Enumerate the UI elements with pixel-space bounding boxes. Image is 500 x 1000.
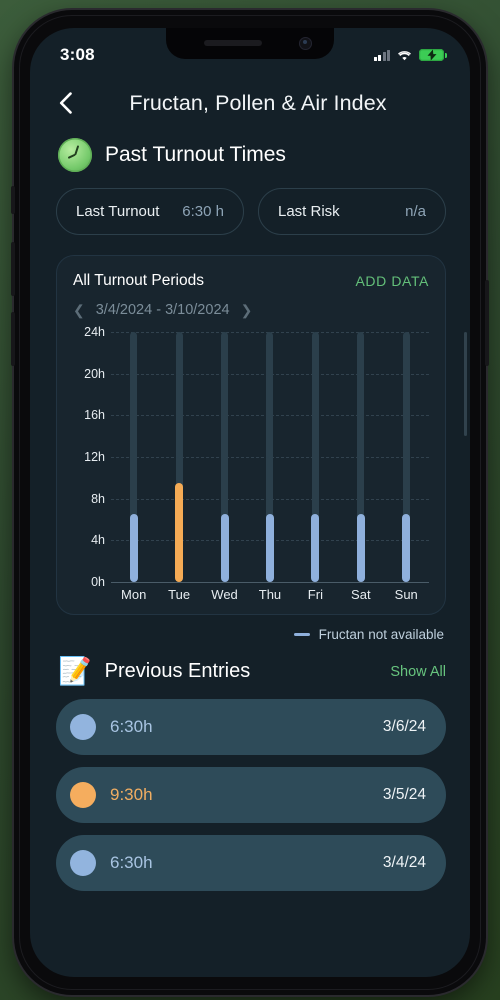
- date-range-navigator: ❮ 3/4/2024 - 3/10/2024 ❯: [73, 302, 429, 318]
- volume-up-button[interactable]: [11, 242, 15, 296]
- y-axis-tick: 0h: [91, 575, 105, 589]
- x-axis-label: Tue: [168, 586, 191, 602]
- y-axis-tick: 4h: [91, 533, 105, 548]
- bar-column[interactable]: [298, 332, 332, 582]
- entry-row[interactable]: 6:30h 3/6/24: [56, 699, 446, 755]
- page-title: Fructan, Pollen & Air Index: [129, 90, 387, 115]
- bar-column[interactable]: [208, 332, 242, 582]
- entry-duration: 6:30h: [110, 853, 153, 872]
- scroll-content[interactable]: Fructan, Pollen & Air Index Past Turnout…: [30, 74, 470, 977]
- chart-legend: Fructan not available: [30, 615, 470, 642]
- entry-status-dot: [70, 714, 96, 740]
- y-axis-tick: 20h: [84, 366, 105, 381]
- chart-bars: [111, 332, 429, 582]
- chart-y-axis: 0h 4h 8h 12h 16h 20h 24h: [73, 325, 109, 589]
- bar-value[interactable]: [356, 514, 365, 582]
- turnout-bar-chart: 0h 4h 8h 12h 16h 20h 24h Mon Tue Wed Thu Fri Sat Sun: [73, 325, 429, 604]
- status-bar-indicators: [373, 48, 447, 62]
- y-axis-tick: 24h: [84, 325, 105, 339]
- bar-value[interactable]: [220, 514, 229, 582]
- bar-column[interactable]: [117, 332, 151, 582]
- section-header-previous-entries: 📝 Previous Entries Show All: [30, 642, 470, 685]
- cellular-bars-icon: [373, 49, 390, 61]
- previous-week-button[interactable]: ❮: [73, 303, 85, 317]
- phone-screen: 3:08 Fructan, Pollen & Air Index Past Tu…: [30, 28, 470, 977]
- pill-label: Last Risk: [278, 203, 340, 220]
- notch: [166, 28, 334, 59]
- x-axis-label: Sat: [351, 586, 371, 602]
- bar-column[interactable]: [344, 332, 378, 582]
- add-data-button[interactable]: ADD DATA: [355, 273, 429, 289]
- summary-pills: Last Turnout 6:30 h Last Risk n/a: [30, 172, 470, 235]
- pill-last-turnout[interactable]: Last Turnout 6:30 h: [56, 188, 244, 235]
- next-week-button[interactable]: ❯: [241, 303, 253, 317]
- pill-value: 6:30 h: [182, 203, 224, 220]
- earpiece-speaker-icon: [204, 40, 262, 46]
- turnout-chart-card: All Turnout Periods ADD DATA ❮ 3/4/2024 …: [56, 255, 446, 615]
- bar-value[interactable]: [129, 514, 138, 582]
- battery-charging-icon: [419, 48, 447, 62]
- x-axis-label: Mon: [121, 586, 147, 602]
- y-axis-tick: 12h: [84, 450, 105, 464]
- entry-duration: 6:30h: [110, 717, 153, 736]
- chart-x-axis: Mon Tue Wed Thu Fri Sat Sun: [111, 584, 429, 604]
- entry-status-dot: [70, 850, 96, 876]
- legend-label: Fructan not available: [318, 627, 444, 642]
- entry-date: 3/4/24: [382, 854, 426, 871]
- wifi-icon: [397, 50, 412, 61]
- y-axis-tick: 8h: [91, 491, 105, 506]
- pill-value: n/a: [405, 203, 426, 220]
- front-camera-icon: [299, 37, 312, 50]
- back-button[interactable]: [52, 88, 78, 118]
- navigation-bar: Fructan, Pollen & Air Index: [30, 74, 470, 124]
- pill-label: Last Turnout: [76, 203, 160, 220]
- show-all-button[interactable]: Show All: [390, 664, 446, 680]
- vertical-scrollbar[interactable]: [464, 332, 467, 436]
- alarm-clock-icon: [58, 138, 92, 172]
- x-axis-label: Sun: [394, 586, 418, 602]
- date-range-label: 3/4/2024 - 3/10/2024: [95, 302, 230, 318]
- previous-entries-title: Previous Entries: [104, 660, 251, 682]
- bar-column[interactable]: [253, 332, 287, 582]
- previous-entries-list: 6:30h 3/6/24 9:30h 3/5/24 6:30h 3/4/24: [30, 685, 470, 891]
- chevron-left-icon: [59, 92, 72, 114]
- bar-value[interactable]: [175, 483, 184, 582]
- section-header-past-turnout: Past Turnout Times: [30, 124, 470, 172]
- x-axis-label: Fri: [307, 586, 323, 602]
- volume-down-button[interactable]: [11, 312, 15, 366]
- notebook-pencil-icon: 📝: [58, 656, 92, 686]
- bar-column[interactable]: [162, 332, 196, 582]
- phone-frame: 3:08 Fructan, Pollen & Air Index Past Tu…: [11, 10, 489, 995]
- bar-column[interactable]: [389, 332, 423, 582]
- entry-date: 3/6/24: [382, 718, 426, 735]
- bar-value[interactable]: [402, 514, 411, 582]
- pill-last-risk[interactable]: Last Risk n/a: [258, 188, 446, 235]
- entry-duration: 9:30h: [110, 785, 153, 804]
- section-title: Past Turnout Times: [105, 143, 286, 166]
- entry-row[interactable]: 9:30h 3/5/24: [56, 767, 446, 823]
- chart-title: All Turnout Periods: [73, 272, 204, 289]
- x-axis-label: Wed: [211, 586, 238, 602]
- y-axis-tick: 16h: [84, 408, 105, 423]
- legend-dash-icon: [293, 633, 310, 636]
- mute-switch[interactable]: [11, 186, 15, 214]
- x-axis-label: Thu: [258, 586, 282, 602]
- power-button[interactable]: [485, 280, 489, 366]
- bar-value[interactable]: [311, 514, 320, 582]
- gridline: [111, 582, 429, 583]
- chart-card-header: All Turnout Periods ADD DATA: [73, 272, 429, 290]
- entry-date: 3/5/24: [382, 786, 426, 803]
- bar-value[interactable]: [265, 514, 274, 582]
- status-bar-clock: 3:08: [60, 45, 95, 64]
- entry-row[interactable]: 6:30h 3/4/24: [56, 835, 446, 891]
- entry-status-dot: [70, 782, 96, 808]
